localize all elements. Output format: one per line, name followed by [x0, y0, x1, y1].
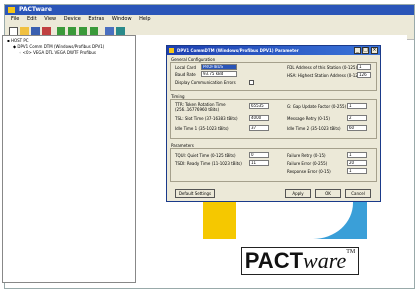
dialog-title: DPV1 CommDTM (Windows/Profibus DPV1) Par… — [177, 48, 299, 53]
default-settings-button[interactable]: Default Settings — [175, 189, 215, 198]
brand-ware: ware — [303, 248, 347, 273]
menu-help[interactable]: Help — [139, 16, 150, 22]
response-error-label: Response Error (0-15) — [287, 169, 331, 174]
menu-view[interactable]: View — [44, 16, 56, 22]
idle-time-1-label: Idle Time 1 (35-1023 tBits) — [175, 126, 229, 131]
response-error-input[interactable]: 1 — [347, 168, 367, 174]
slot-time-input[interactable]: 4000 — [249, 115, 269, 121]
fdl-address-label: FDL Address of this Station (0-125) — [287, 65, 358, 70]
ttr-input[interactable]: 65535 — [249, 103, 269, 109]
quiet-time-label: TQUI: Quiet Time (0-125 tBits) — [175, 153, 236, 158]
tree-node-device[interactable]: ◦ <0> VEGA DTL VEGA DWTF Profibus — [19, 50, 96, 56]
local-card-label: Local Card — [175, 65, 196, 70]
app-titlebar: PACTware — [5, 5, 414, 15]
menu-bar: File Edit View Device Extras Window Help — [5, 15, 414, 24]
dialog-titlebar: DPV1 CommDTM (Windows/Profibus DPV1) Par… — [167, 46, 380, 55]
app-title: PACTware — [19, 6, 52, 13]
ttr-range-label: (256..16776960 tBits) — [175, 107, 220, 112]
menu-extras[interactable]: Extras — [88, 16, 104, 22]
ready-time-label: TSDI: Ready Time (11-1023 tBits) — [175, 161, 242, 166]
failure-retry-input[interactable]: 1 — [347, 152, 367, 158]
idle-time-2-input[interactable]: 60 — [347, 125, 367, 131]
display-errors-label: Display Communication Errors — [175, 80, 236, 85]
menu-file[interactable]: File — [11, 16, 19, 22]
close-dialog-icon[interactable]: × — [371, 47, 378, 54]
gap-factor-input[interactable]: 1 — [347, 103, 367, 109]
ready-time-input[interactable]: 11 — [249, 160, 269, 166]
hsa-label: HSA: Highest Station Address (0-126) — [287, 73, 362, 78]
tree-node-comm-dtm-label: DPV1 Comm DTM (Windows/Profibus DPV1) — [17, 44, 105, 49]
baud-rate-select[interactable]: 93.75 kBd — [201, 71, 237, 77]
message-retry-input[interactable]: 2 — [347, 115, 367, 121]
idle-time-2-label: Idle Time 2 (35-1023 tBits) — [287, 126, 341, 131]
failure-error-label: Failure Error (0-255) — [287, 161, 328, 166]
local-card-select[interactable]: PROFIBUS — [201, 64, 237, 70]
tree-root-label: HOST PC — [10, 38, 29, 43]
parameter-dialog: DPV1 CommDTM (Windows/Profibus DPV1) Par… — [166, 45, 381, 202]
menu-window[interactable]: Window — [112, 16, 132, 22]
app-icon — [8, 7, 15, 13]
gap-factor-label: G: Gap Update Factor (0-255) — [287, 104, 347, 109]
tree-node-device-label: <0> VEGA DTL VEGA DWTF Profibus — [22, 50, 96, 55]
baud-rate-label: Baud Rate — [175, 72, 196, 77]
fdl-address-input[interactable]: 1 — [357, 64, 371, 70]
idle-time-1-input[interactable]: 37 — [249, 125, 269, 131]
ok-button[interactable]: OK — [315, 189, 341, 198]
quiet-time-input[interactable]: 0 — [249, 152, 269, 158]
display-errors-checkbox[interactable] — [249, 80, 254, 85]
apply-button[interactable]: Apply — [285, 189, 311, 198]
dialog-icon — [169, 48, 174, 53]
failure-retry-label: Failure Retry (0-15) — [287, 153, 326, 158]
message-retry-label: Message Retry (0-15) — [287, 116, 330, 121]
failure-error-input[interactable]: 20 — [347, 160, 367, 166]
hsa-input[interactable]: 126 — [357, 72, 371, 78]
project-tree-pane: ▪ HOST PC ◆ DPV1 Comm DTM (Windows/Profi… — [2, 35, 136, 283]
brand-tm: TM — [346, 249, 356, 255]
menu-edit[interactable]: Edit — [27, 16, 37, 22]
menu-device[interactable]: Device — [64, 16, 81, 22]
slot-time-label: TSL: Slot Time (37-16383 tBits) — [175, 116, 238, 121]
pactware-logo: PACTwareTM — [241, 247, 359, 275]
minimize-icon[interactable]: _ — [354, 47, 361, 54]
cancel-button[interactable]: Cancel — [345, 189, 371, 198]
maximize-icon[interactable]: □ — [362, 47, 369, 54]
brand-pact: PACT — [244, 248, 304, 273]
